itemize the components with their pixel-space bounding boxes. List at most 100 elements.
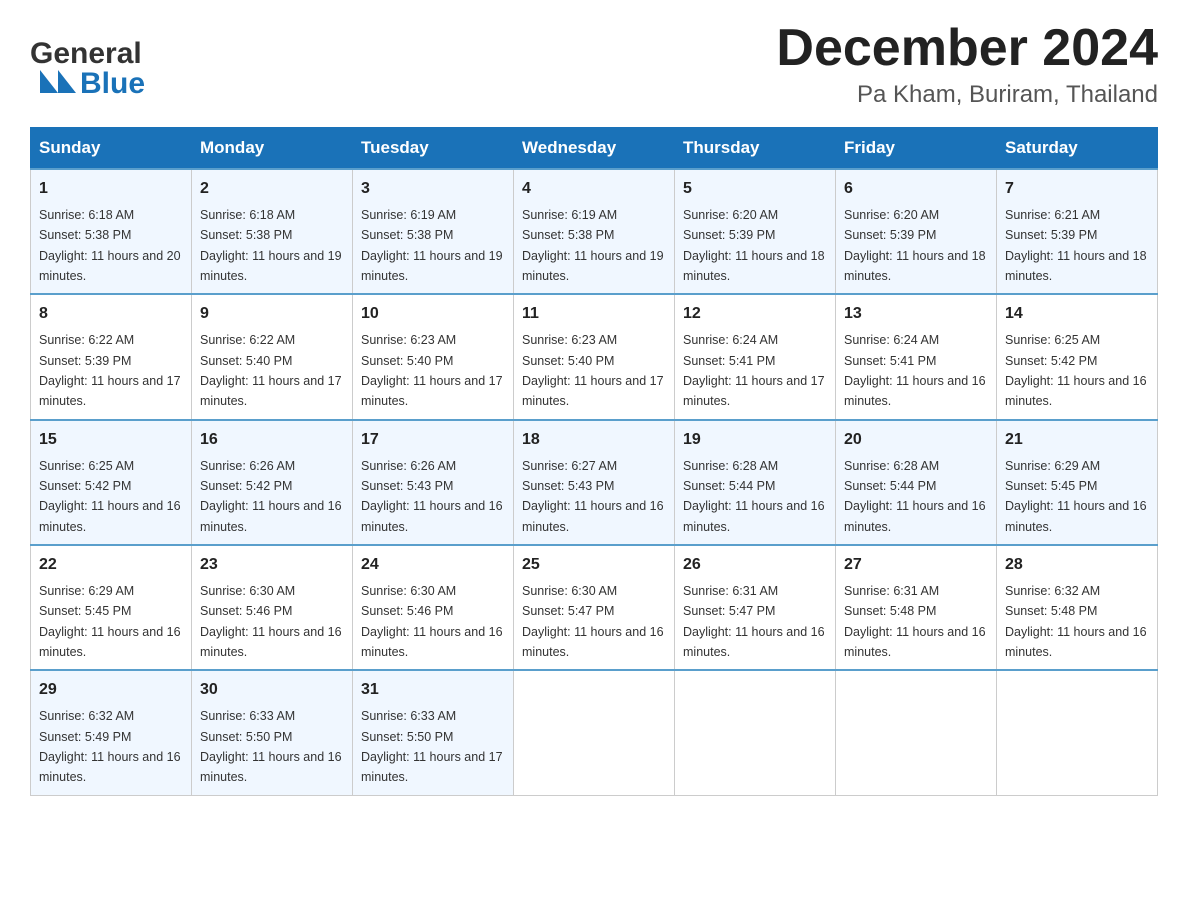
calendar-cell: 1 Sunrise: 6:18 AMSunset: 5:38 PMDaylight… — [31, 169, 192, 294]
day-number: 21 — [1005, 428, 1149, 453]
day-info: Sunrise: 6:26 AMSunset: 5:42 PMDaylight:… — [200, 459, 342, 534]
day-info: Sunrise: 6:30 AMSunset: 5:46 PMDaylight:… — [200, 584, 342, 659]
day-number: 25 — [522, 553, 666, 578]
day-info: Sunrise: 6:18 AMSunset: 5:38 PMDaylight:… — [39, 208, 181, 283]
calendar-week-row: 8 Sunrise: 6:22 AMSunset: 5:39 PMDaylight… — [31, 294, 1158, 419]
logo: General Blue — [30, 20, 210, 100]
day-info: Sunrise: 6:20 AMSunset: 5:39 PMDaylight:… — [683, 208, 825, 283]
title-block: December 2024 Pa Kham, Buriram, Thailand — [776, 20, 1158, 109]
day-info: Sunrise: 6:24 AMSunset: 5:41 PMDaylight:… — [844, 333, 986, 408]
calendar-cell — [514, 670, 675, 795]
calendar-cell: 31 Sunrise: 6:33 AMSunset: 5:50 PMDayligh… — [353, 670, 514, 795]
day-number: 8 — [39, 302, 183, 327]
day-info: Sunrise: 6:25 AMSunset: 5:42 PMDaylight:… — [39, 459, 181, 534]
day-info: Sunrise: 6:25 AMSunset: 5:42 PMDaylight:… — [1005, 333, 1147, 408]
day-info: Sunrise: 6:19 AMSunset: 5:38 PMDaylight:… — [522, 208, 664, 283]
day-number: 13 — [844, 302, 988, 327]
calendar-week-row: 29Sunrise: 6:32 AMSunset: 5:49 PMDayligh… — [31, 670, 1158, 795]
calendar-cell: 12 Sunrise: 6:24 AMSunset: 5:41 PMDayligh… — [675, 294, 836, 419]
day-info: Sunrise: 6:23 AMSunset: 5:40 PMDaylight:… — [522, 333, 664, 408]
day-info: Sunrise: 6:30 AMSunset: 5:47 PMDaylight:… — [522, 584, 664, 659]
calendar-week-row: 15Sunrise: 6:25 AMSunset: 5:42 PMDayligh… — [31, 420, 1158, 545]
day-info: Sunrise: 6:31 AMSunset: 5:48 PMDaylight:… — [844, 584, 986, 659]
calendar-week-row: 22 Sunrise: 6:29 AMSunset: 5:45 PMDayligh… — [31, 545, 1158, 670]
col-sunday: Sunday — [31, 128, 192, 170]
day-info: Sunrise: 6:24 AMSunset: 5:41 PMDaylight:… — [683, 333, 825, 408]
col-wednesday: Wednesday — [514, 128, 675, 170]
calendar-cell: 2 Sunrise: 6:18 AMSunset: 5:38 PMDaylight… — [192, 169, 353, 294]
day-info: Sunrise: 6:20 AMSunset: 5:39 PMDaylight:… — [844, 208, 986, 283]
day-info: Sunrise: 6:33 AMSunset: 5:50 PMDaylight:… — [361, 709, 503, 784]
logo-svg: General Blue — [30, 25, 210, 100]
day-number: 11 — [522, 302, 666, 327]
calendar-cell: 16 Sunrise: 6:26 AMSunset: 5:42 PMDayligh… — [192, 420, 353, 545]
day-number: 16 — [200, 428, 344, 453]
day-number: 3 — [361, 177, 505, 202]
calendar-subtitle: Pa Kham, Buriram, Thailand — [776, 81, 1158, 109]
calendar-cell: 13 Sunrise: 6:24 AMSunset: 5:41 PMDayligh… — [836, 294, 997, 419]
page-header: General Blue December 2024 Pa Kham, Buri… — [30, 20, 1158, 109]
day-number: 27 — [844, 553, 988, 578]
day-info: Sunrise: 6:33 AMSunset: 5:50 PMDaylight:… — [200, 709, 342, 784]
day-number: 22 — [39, 553, 183, 578]
calendar-week-row: 1 Sunrise: 6:18 AMSunset: 5:38 PMDaylight… — [31, 169, 1158, 294]
day-info: Sunrise: 6:18 AMSunset: 5:38 PMDaylight:… — [200, 208, 342, 283]
day-info: Sunrise: 6:28 AMSunset: 5:44 PMDaylight:… — [844, 459, 986, 534]
day-number: 24 — [361, 553, 505, 578]
day-number: 14 — [1005, 302, 1149, 327]
day-info: Sunrise: 6:23 AMSunset: 5:40 PMDaylight:… — [361, 333, 503, 408]
calendar-cell: 27 Sunrise: 6:31 AMSunset: 5:48 PMDayligh… — [836, 545, 997, 670]
day-number: 18 — [522, 428, 666, 453]
svg-text:Blue: Blue — [80, 67, 145, 100]
calendar-cell: 4Sunrise: 6:19 AMSunset: 5:38 PMDaylight… — [514, 169, 675, 294]
calendar-cell: 29Sunrise: 6:32 AMSunset: 5:49 PMDayligh… — [31, 670, 192, 795]
svg-text:General: General — [30, 37, 142, 70]
day-number: 28 — [1005, 553, 1149, 578]
calendar-cell: 5 Sunrise: 6:20 AMSunset: 5:39 PMDaylight… — [675, 169, 836, 294]
col-friday: Friday — [836, 128, 997, 170]
day-number: 30 — [200, 678, 344, 703]
day-number: 9 — [200, 302, 344, 327]
day-number: 20 — [844, 428, 988, 453]
day-info: Sunrise: 6:29 AMSunset: 5:45 PMDaylight:… — [39, 584, 181, 659]
calendar-cell: 9 Sunrise: 6:22 AMSunset: 5:40 PMDaylight… — [192, 294, 353, 419]
day-info: Sunrise: 6:19 AMSunset: 5:38 PMDaylight:… — [361, 208, 503, 283]
calendar-cell: 14 Sunrise: 6:25 AMSunset: 5:42 PMDayligh… — [997, 294, 1158, 419]
day-number: 26 — [683, 553, 827, 578]
col-thursday: Thursday — [675, 128, 836, 170]
calendar-table: Sunday Monday Tuesday Wednesday Thursday… — [30, 127, 1158, 795]
day-info: Sunrise: 6:29 AMSunset: 5:45 PMDaylight:… — [1005, 459, 1147, 534]
calendar-cell: 25 Sunrise: 6:30 AMSunset: 5:47 PMDayligh… — [514, 545, 675, 670]
day-number: 12 — [683, 302, 827, 327]
day-number: 7 — [1005, 177, 1149, 202]
calendar-cell: 19 Sunrise: 6:28 AMSunset: 5:44 PMDayligh… — [675, 420, 836, 545]
day-number: 2 — [200, 177, 344, 202]
calendar-cell: 20 Sunrise: 6:28 AMSunset: 5:44 PMDayligh… — [836, 420, 997, 545]
day-info: Sunrise: 6:22 AMSunset: 5:39 PMDaylight:… — [39, 333, 181, 408]
day-info: Sunrise: 6:26 AMSunset: 5:43 PMDaylight:… — [361, 459, 503, 534]
day-info: Sunrise: 6:31 AMSunset: 5:47 PMDaylight:… — [683, 584, 825, 659]
col-saturday: Saturday — [997, 128, 1158, 170]
day-info: Sunrise: 6:27 AMSunset: 5:43 PMDaylight:… — [522, 459, 664, 534]
day-number: 31 — [361, 678, 505, 703]
calendar-title: December 2024 — [776, 20, 1158, 77]
calendar-cell — [997, 670, 1158, 795]
calendar-cell — [836, 670, 997, 795]
calendar-cell: 11 Sunrise: 6:23 AMSunset: 5:40 PMDayligh… — [514, 294, 675, 419]
day-number: 1 — [39, 177, 183, 202]
calendar-cell: 24Sunrise: 6:30 AMSunset: 5:46 PMDayligh… — [353, 545, 514, 670]
day-info: Sunrise: 6:22 AMSunset: 5:40 PMDaylight:… — [200, 333, 342, 408]
calendar-cell: 6 Sunrise: 6:20 AMSunset: 5:39 PMDaylight… — [836, 169, 997, 294]
calendar-cell: 17Sunrise: 6:26 AMSunset: 5:43 PMDayligh… — [353, 420, 514, 545]
calendar-cell: 21 Sunrise: 6:29 AMSunset: 5:45 PMDayligh… — [997, 420, 1158, 545]
day-number: 6 — [844, 177, 988, 202]
calendar-cell: 18 Sunrise: 6:27 AMSunset: 5:43 PMDayligh… — [514, 420, 675, 545]
calendar-cell: 3 Sunrise: 6:19 AMSunset: 5:38 PMDaylight… — [353, 169, 514, 294]
day-info: Sunrise: 6:28 AMSunset: 5:44 PMDaylight:… — [683, 459, 825, 534]
calendar-cell — [675, 670, 836, 795]
calendar-cell: 8 Sunrise: 6:22 AMSunset: 5:39 PMDaylight… — [31, 294, 192, 419]
day-info: Sunrise: 6:32 AMSunset: 5:48 PMDaylight:… — [1005, 584, 1147, 659]
day-number: 5 — [683, 177, 827, 202]
col-monday: Monday — [192, 128, 353, 170]
day-number: 19 — [683, 428, 827, 453]
